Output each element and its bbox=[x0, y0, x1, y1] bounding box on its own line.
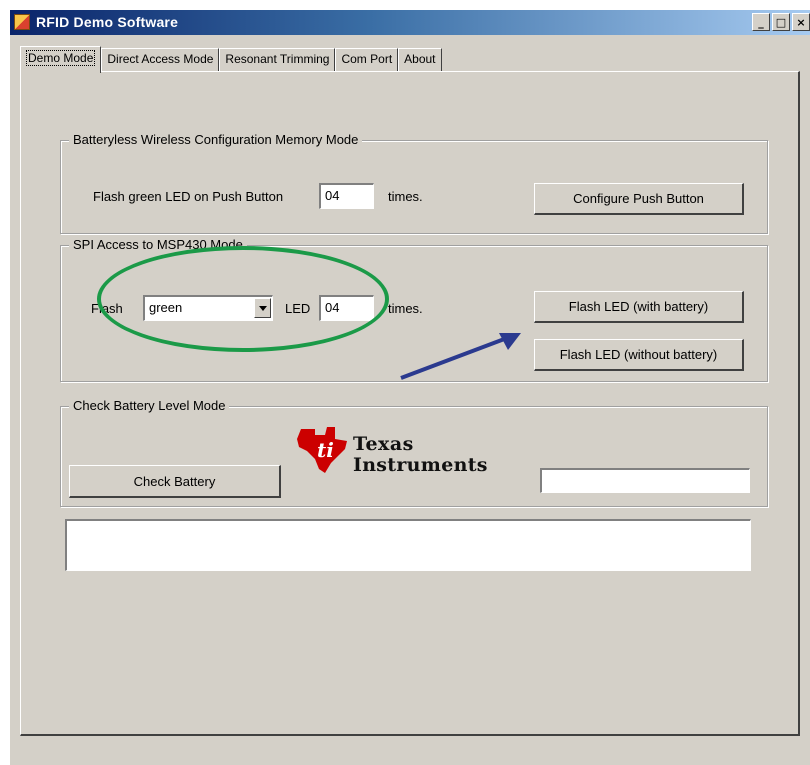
ti-logo-line2: Instruments bbox=[353, 454, 488, 476]
push-button-count-field[interactable]: 04 bbox=[319, 183, 374, 209]
minimize-button[interactable]: _ bbox=[752, 13, 770, 31]
texas-instruments-logo: ti Texas Instruments bbox=[295, 425, 535, 485]
maximize-button[interactable]: □ bbox=[772, 13, 790, 31]
close-button[interactable]: × bbox=[792, 13, 810, 31]
flash-label: Flash bbox=[91, 301, 123, 316]
batteryless-config-group: Batteryless Wireless Configuration Memor… bbox=[60, 132, 768, 234]
tab-demo-mode[interactable]: Demo Mode bbox=[20, 46, 102, 73]
battery-level-field[interactable] bbox=[540, 468, 750, 493]
svg-text:ti: ti bbox=[317, 438, 334, 462]
led-color-select[interactable]: green bbox=[143, 295, 273, 321]
led-color-value: green bbox=[149, 300, 183, 315]
ti-logo-line1: Texas bbox=[353, 433, 414, 455]
led-flash-count-field[interactable]: 04 bbox=[319, 295, 374, 321]
app-icon bbox=[14, 14, 30, 30]
status-bar bbox=[10, 737, 810, 765]
group-title: Check Battery Level Mode bbox=[69, 398, 230, 413]
check-battery-button[interactable]: Check Battery bbox=[69, 465, 281, 498]
times-label: times. bbox=[388, 189, 423, 204]
tab-resonant-trimming[interactable]: Resonant Trimming bbox=[219, 48, 336, 72]
configure-push-button[interactable]: Configure Push Button bbox=[534, 183, 744, 215]
demo-mode-panel: Batteryless Wireless Configuration Memor… bbox=[20, 71, 800, 736]
window-title: RFID Demo Software bbox=[36, 14, 179, 30]
tab-about[interactable]: About bbox=[398, 48, 442, 72]
chevron-down-icon[interactable] bbox=[254, 298, 271, 318]
flash-push-button-label: Flash green LED on Push Button bbox=[93, 189, 284, 204]
ti-state-icon: ti bbox=[297, 427, 347, 473]
flash-led-without-battery-button[interactable]: Flash LED (without battery) bbox=[534, 339, 744, 371]
led-label: LED bbox=[285, 301, 311, 316]
app-window: RFID Demo Software _ □ × Demo Mode Direc… bbox=[10, 10, 810, 765]
title-bar[interactable]: RFID Demo Software _ □ × bbox=[10, 10, 810, 35]
output-textbox[interactable] bbox=[65, 519, 751, 571]
group-title: Batteryless Wireless Configuration Memor… bbox=[69, 132, 363, 147]
group-title: SPI Access to MSP430 Mode bbox=[69, 237, 247, 252]
tab-direct-access-mode[interactable]: Direct Access Mode bbox=[101, 48, 220, 72]
caption-buttons: _ □ × bbox=[752, 13, 810, 31]
tab-com-port[interactable]: Com Port bbox=[335, 48, 399, 72]
tab-label: Demo Mode bbox=[26, 50, 96, 66]
tab-bar: Demo Mode Direct Access Mode Resonant Tr… bbox=[20, 46, 442, 73]
flash-led-with-battery-button[interactable]: Flash LED (with battery) bbox=[534, 291, 744, 323]
times-label: times. bbox=[388, 301, 423, 316]
spi-access-group: SPI Access to MSP430 Mode Flash green LE… bbox=[60, 237, 768, 382]
